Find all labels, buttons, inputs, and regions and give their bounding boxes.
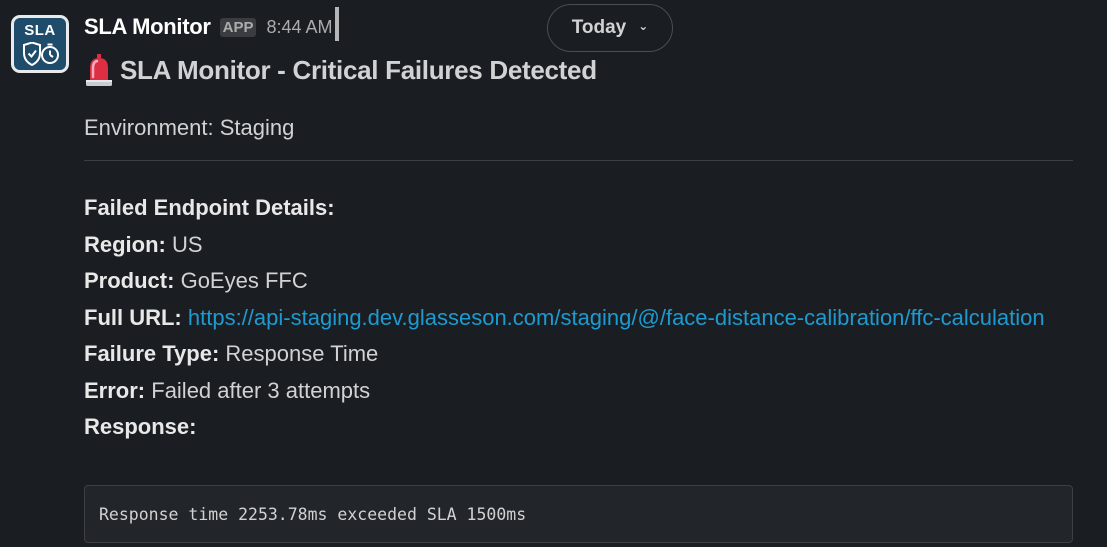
date-label: Today [571,17,627,38]
error-row: Error: Failed after 3 attempts [84,373,1054,410]
message-timestamp[interactable]: 8:44 AM [266,17,332,38]
failure-type-label: Failure Type: [84,341,220,366]
avatar[interactable]: SLA [11,15,69,73]
region-value: US [172,231,203,257]
shield-stopwatch-icon [23,42,59,66]
response-code-block: Response time 2253.78ms exceeded SLA 150… [84,485,1073,543]
failure-type-row: Failure Type: Response Time [84,336,1054,373]
sender-name[interactable]: SLA Monitor [84,14,211,40]
region-row: Region: US [84,227,1054,264]
endpoint-details: Failed Endpoint Details: Region: US Prod… [84,190,1054,446]
full-url-link[interactable]: https://api-staging.dev.glasseson.com/st… [188,305,1045,330]
details-heading: Failed Endpoint Details: [84,195,335,220]
sla-logo: SLA [14,18,66,70]
rotating-light-icon [86,54,112,86]
failure-type-value: Response Time [225,341,379,366]
chevron-down-icon: ⌄ [638,19,649,33]
url-label: Full URL: [84,304,182,330]
url-row: Full URL: https://api-staging.dev.glasse… [84,300,1054,337]
text-cursor [334,7,339,41]
date-divider-button[interactable]: Today ⌄ [547,4,673,52]
title-text: SLA Monitor - Critical Failures Detected [120,54,597,85]
message-title: SLA Monitor - Critical Failures Detected [84,53,597,87]
slack-message: SLA Today ⌄ SLA Monitor APP 8:44 AM SLA … [0,0,1107,547]
avatar-text: SLA [24,22,56,39]
error-label: Error: [84,377,146,403]
response-label: Response: [84,414,197,439]
section-divider [84,160,1073,161]
environment-text: Environment: Staging [84,115,295,140]
message-header: SLA Monitor APP 8:44 AM [84,7,339,42]
app-badge: APP [219,17,257,37]
product-value: GoEyes FFC [180,268,308,293]
region-label: Region: [84,231,166,257]
error-value: Failed after 3 attempts [151,377,371,403]
product-label: Product: [84,268,175,293]
response-row: Response: [84,409,1054,446]
product-row: Product: GoEyes FFC [84,263,1054,300]
